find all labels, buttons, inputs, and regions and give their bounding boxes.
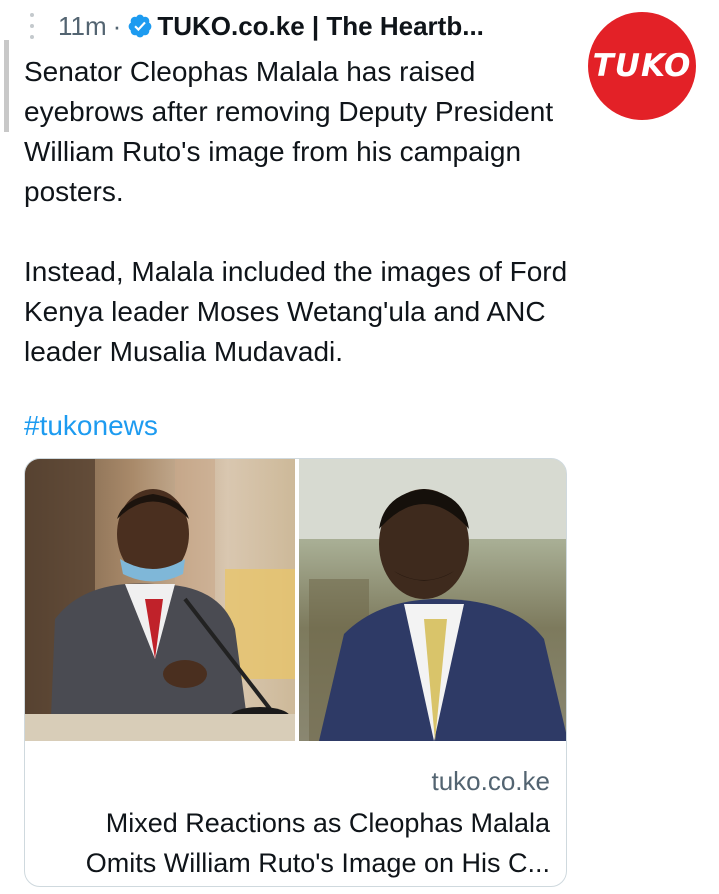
tweet-header: 11m · TUKO.co.ke | The Heartb... [24,6,484,46]
author-name[interactable]: TUKO.co.ke | The Heartb... [157,11,484,42]
tweet-paragraph-1: Senator Cleophas Malala has raised eyebr… [24,56,554,207]
tweet-body: Senator Cleophas Malala has raised eyebr… [24,52,584,372]
verified-badge-icon [128,14,152,38]
header-separator: · [112,10,122,41]
tweet-timestamp[interactable]: 11m [58,11,107,42]
tuko-logo-text: TUKO [592,48,692,84]
hashtag-link[interactable]: #tukonews [24,410,158,442]
avatar[interactable]: TUKO [588,12,696,120]
more-options-icon[interactable] [24,13,40,39]
card-image[interactable] [25,459,566,741]
thread-line [4,40,9,132]
card-info[interactable]: tuko.co.ke Mixed Reactions as Cleophas M… [25,741,566,886]
card-title-line-1: Mixed Reactions as Cleophas Malala [105,808,550,838]
tweet-paragraph-2: Instead, Malala included the images of F… [24,256,568,367]
photo-malala [25,459,295,741]
card-domain: tuko.co.ke [431,766,550,796]
link-preview-card[interactable]: tuko.co.ke Mixed Reactions as Cleophas M… [24,458,567,887]
photo-ruto [299,459,566,741]
card-title-line-2: Omits William Ruto's Image on His C... [85,848,550,878]
card-title: Mixed Reactions as Cleophas Malala Omits… [41,803,550,883]
